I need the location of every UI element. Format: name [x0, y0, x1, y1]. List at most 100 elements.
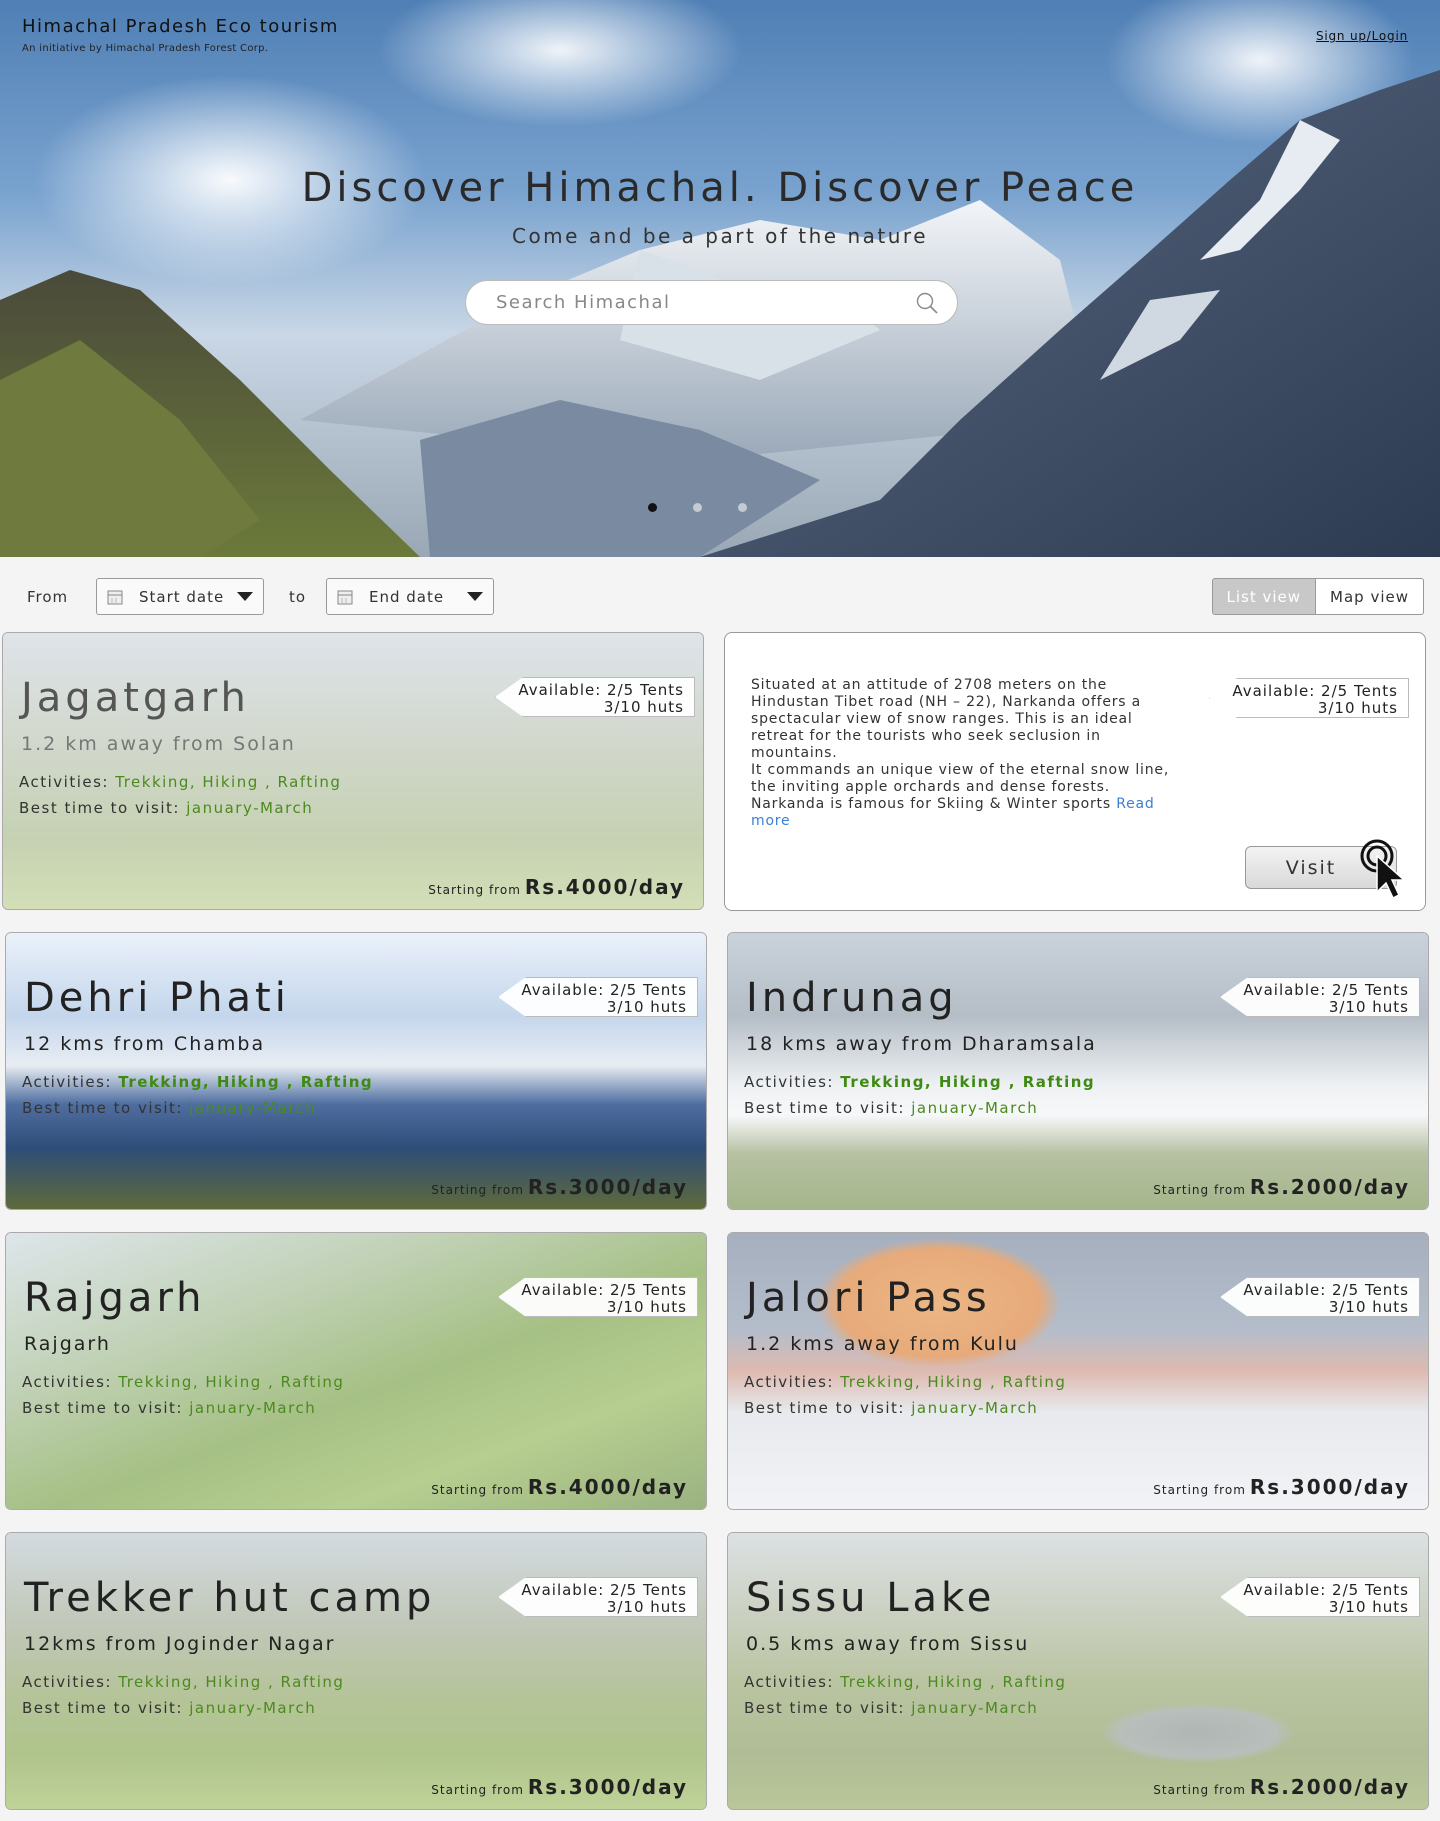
availability-tag: Available: 2/5 Tents 3/10 huts	[495, 677, 695, 717]
description-paragraph-2: It commands an unique view of the eterna…	[751, 762, 1170, 812]
activities-value: Trekking, Hiking , Rafting	[115, 773, 342, 791]
price-value: Rs.4000/day	[524, 875, 685, 899]
description-paragraph-1: Situated at an attitude of 2708 meters o…	[751, 677, 1142, 761]
best-time-label: Best time to visit:	[744, 1699, 905, 1717]
destination-card-jagatgarh[interactable]: Jagatgarh 1.2 km away from Solan Activit…	[2, 632, 704, 910]
card-title: Dehri Phati	[24, 975, 290, 1021]
hero-banner: Himachal Pradesh Eco tourism An initiati…	[0, 0, 1440, 557]
end-date-text: End date	[369, 587, 445, 606]
destination-card-sissu-lake[interactable]: Sissu Lake 0.5 kms away from Sissu Activ…	[727, 1532, 1429, 1810]
activities-label: Activities:	[22, 1373, 112, 1391]
card-price: Starting from Rs.4000/day	[428, 875, 685, 899]
destination-card-dehri-phati[interactable]: Dehri Phati 12 kms from Chamba Activitie…	[5, 932, 707, 1210]
card-title: Rajgarh	[24, 1275, 206, 1321]
map-view-button[interactable]: Map view	[1316, 578, 1424, 615]
card-distance: 12kms from Joginder Nagar	[24, 1633, 336, 1655]
huts-availability: 3/10 huts	[606, 998, 687, 1016]
card-title: Trekker hut camp	[24, 1575, 436, 1621]
activities-label: Activities:	[744, 1373, 834, 1391]
best-time-label: Best time to visit:	[22, 1699, 183, 1717]
starting-from-label: Starting from	[431, 1483, 524, 1497]
availability-tag: Available: 2/5 Tents 3/10 huts	[498, 1277, 698, 1317]
card-price: Starting from Rs.4000/day	[431, 1475, 688, 1499]
card-title: Jagatgarh	[21, 675, 250, 721]
tents-availability: Available: 2/5 Tents	[1243, 1281, 1409, 1299]
availability-tag: Available: 2/5 Tents 3/10 huts	[498, 977, 698, 1017]
starting-from-label: Starting from	[431, 1783, 524, 1797]
card-best-time: Best time to visit: january-March	[744, 1399, 1038, 1417]
activities-value: Trekking, Hiking , Rafting	[840, 1673, 1067, 1691]
tents-availability: Available: 2/5 Tents	[521, 981, 687, 999]
card-distance: Rajgarh	[24, 1333, 111, 1355]
activities-label: Activities:	[22, 1673, 112, 1691]
card-price: Starting from Rs.3000/day	[1153, 1475, 1410, 1499]
starting-from-label: Starting from	[1153, 1783, 1246, 1797]
card-best-time: Best time to visit: january-March	[744, 1699, 1038, 1717]
brand-subtitle: An initiative by Himachal Pradesh Forest…	[22, 43, 269, 54]
carousel-dot[interactable]	[738, 503, 747, 512]
brand-title: Himachal Pradesh Eco tourism	[22, 16, 339, 37]
best-time-value: january-March	[189, 1699, 317, 1717]
calendar-icon	[337, 590, 353, 604]
huts-availability: 3/10 huts	[606, 1598, 687, 1616]
tents-availability: Available: 2/5 Tents	[521, 1581, 687, 1599]
best-time-label: Best time to visit:	[744, 1099, 905, 1117]
availability-tag: Available: 2/5 Tents 3/10 huts	[1220, 977, 1420, 1017]
best-time-label: Best time to visit:	[19, 799, 180, 817]
huts-availability: 3/10 huts	[606, 1298, 687, 1316]
card-price: Starting from Rs.2000/day	[1153, 1775, 1410, 1799]
best-time-value: january-March	[189, 1399, 317, 1417]
destination-info-card: Situated at an attitude of 2708 meters o…	[724, 632, 1426, 911]
best-time-value: january-March	[186, 799, 314, 817]
card-price: Starting from Rs.2000/day	[1153, 1175, 1410, 1199]
best-time-label: Best time to visit:	[744, 1399, 905, 1417]
starting-from-label: Starting from	[428, 883, 521, 897]
card-best-time: Best time to visit: january-March	[22, 1399, 316, 1417]
huts-availability: 3/10 huts	[1328, 998, 1409, 1016]
card-distance: 18 kms away from Dharamsala	[746, 1033, 1097, 1055]
card-activities: Activities: Trekking, Hiking , Rafting	[22, 1673, 344, 1691]
start-date-text: Start date	[139, 587, 225, 606]
search-bar	[465, 280, 958, 325]
tents-availability: Available: 2/5 Tents	[518, 681, 684, 699]
card-best-time: Best time to visit: january-March	[22, 1099, 316, 1117]
card-activities: Activities: Trekking, Hiking , Rafting	[744, 1673, 1066, 1691]
price-value: Rs.3000/day	[527, 1175, 688, 1199]
card-distance: 12 kms from Chamba	[24, 1033, 266, 1055]
hero-subtitle: Come and be a part of the nature	[511, 224, 929, 248]
to-label: to	[289, 588, 307, 606]
carousel-dot[interactable]	[648, 503, 657, 512]
best-time-value: january-March	[189, 1099, 317, 1117]
activities-label: Activities:	[22, 1073, 112, 1091]
card-activities: Activities: Trekking, Hiking , Rafting	[744, 1073, 1095, 1091]
destination-card-rajgarh[interactable]: Rajgarh Rajgarh Activities: Trekking, Hi…	[5, 1232, 707, 1510]
availability-tag: Available: 2/5 Tents 3/10 huts	[1209, 678, 1409, 718]
price-value: Rs.3000/day	[1249, 1475, 1410, 1499]
availability-tag: Available: 2/5 Tents 3/10 huts	[498, 1577, 698, 1617]
card-best-time: Best time to visit: january-March	[22, 1699, 316, 1717]
card-activities: Activities: Trekking, Hiking , Rafting	[744, 1373, 1066, 1391]
destination-card-indrunag[interactable]: Indrunag 18 kms away from Dharamsala Act…	[727, 932, 1429, 1210]
activities-label: Activities:	[744, 1073, 834, 1091]
card-distance: 0.5 kms away from Sissu	[746, 1633, 1030, 1655]
start-date-dropdown[interactable]: Start date	[96, 578, 264, 615]
best-time-value: january-March	[911, 1699, 1039, 1717]
activities-label: Activities:	[19, 773, 109, 791]
search-icon[interactable]	[915, 291, 939, 315]
destination-card-jalori-pass[interactable]: Jalori Pass 1.2 kms away from Kulu Activ…	[727, 1232, 1429, 1510]
brand: Himachal Pradesh Eco tourism An initiati…	[22, 16, 339, 54]
from-label: From	[27, 588, 69, 606]
search-input[interactable]	[496, 292, 915, 313]
destination-card-trekker-hut-camp[interactable]: Trekker hut camp 12kms from Joginder Nag…	[5, 1532, 707, 1810]
starting-from-label: Starting from	[1153, 1183, 1246, 1197]
carousel-dots	[648, 503, 747, 512]
tents-availability: Available: 2/5 Tents	[1232, 682, 1398, 700]
carousel-dot[interactable]	[693, 503, 702, 512]
info-description: Situated at an attitude of 2708 meters o…	[751, 677, 1171, 830]
best-time-label: Best time to visit:	[22, 1399, 183, 1417]
end-date-dropdown[interactable]: End date	[326, 578, 494, 615]
signup-login-link[interactable]: Sign up/Login	[1316, 29, 1408, 43]
huts-availability: 3/10 huts	[1328, 1298, 1409, 1316]
list-view-button[interactable]: List view	[1211, 578, 1317, 615]
card-best-time: Best time to visit: january-March	[744, 1099, 1038, 1117]
